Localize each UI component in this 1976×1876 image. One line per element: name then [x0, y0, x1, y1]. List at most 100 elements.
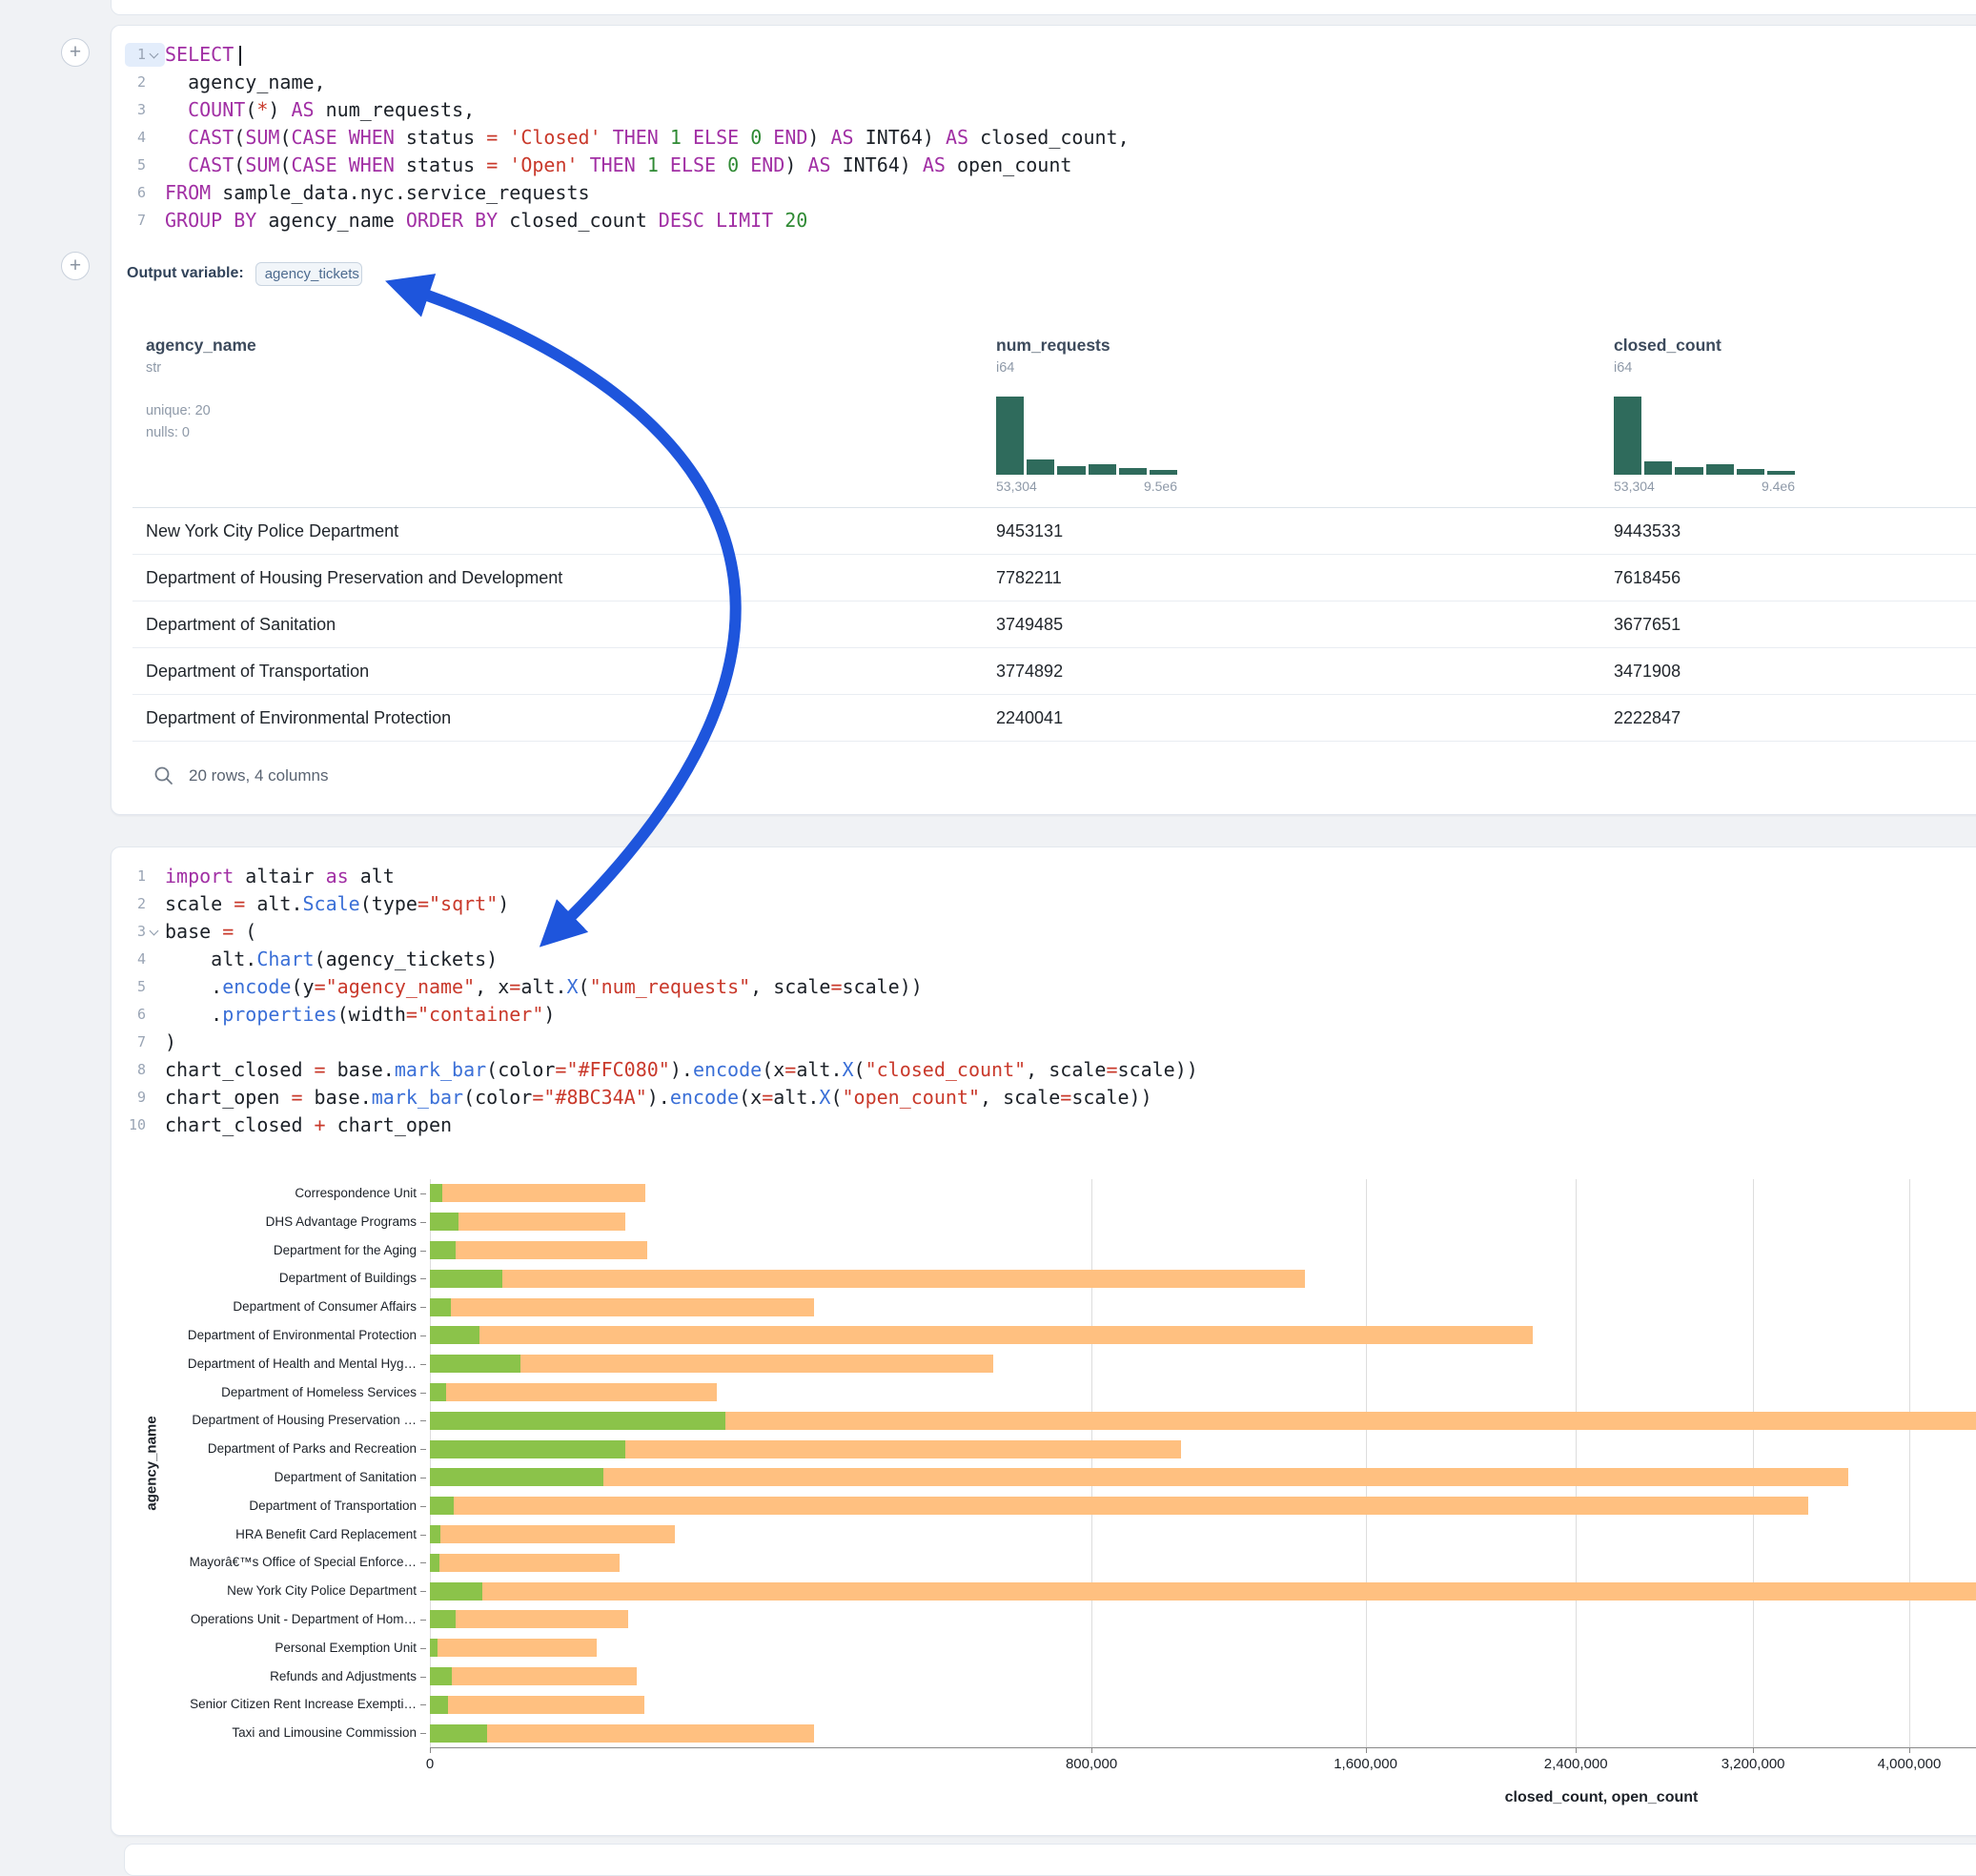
table-cell: New York City Police Department: [132, 521, 983, 541]
code-line[interactable]: 2 agency_name,: [112, 69, 1976, 96]
bar-closed_count: [430, 1582, 1976, 1601]
y-tick: [420, 1562, 426, 1563]
table-row[interactable]: Department of Transportation377489234719…: [132, 648, 1976, 695]
code-text: CAST(SUM(CASE WHEN status = 'Open' THEN …: [146, 152, 1071, 179]
code-line[interactable]: 1SELECT: [112, 41, 1976, 69]
column-stats: unique: 20nulls: 0: [146, 400, 983, 444]
y-tick: [420, 1307, 426, 1308]
bar-closed_count: [430, 1326, 1533, 1344]
code-text: alt.Chart(agency_tickets): [146, 946, 498, 973]
line-number: 5: [112, 973, 146, 1001]
code-line[interactable]: 4 CAST(SUM(CASE WHEN status = 'Closed' T…: [112, 124, 1976, 152]
column-histogram: [996, 397, 1177, 475]
y-tick: [420, 1193, 426, 1194]
bar-closed_count: [430, 1270, 1305, 1288]
bar-open_count: [430, 1468, 603, 1486]
gridline: [430, 1179, 431, 1747]
gridline: [1753, 1179, 1754, 1747]
bar-open_count: [430, 1667, 452, 1685]
bar-open_count: [430, 1497, 454, 1515]
add-cell-button[interactable]: +: [61, 252, 90, 280]
search-icon[interactable]: [153, 765, 174, 786]
y-axis-label: Department of Consumer Affairs: [125, 1293, 417, 1321]
table-row[interactable]: Department of Sanitation37494853677651: [132, 602, 1976, 648]
bar-open_count: [430, 1582, 482, 1601]
chart-plot-area: [430, 1179, 1976, 1747]
code-line[interactable]: 6FROM sample_data.nyc.service_requests: [112, 179, 1976, 207]
bar-open_count: [430, 1696, 448, 1714]
y-tick: [420, 1677, 426, 1678]
bar-open_count: [430, 1554, 439, 1572]
line-number: 3: [112, 96, 146, 124]
x-tick-label: 0: [426, 1756, 434, 1772]
table-cell: 3749485: [983, 615, 1600, 635]
bar-closed_count: [430, 1639, 597, 1657]
add-cell-button[interactable]: +: [61, 38, 90, 67]
next-cell-edge: [124, 1844, 1976, 1876]
y-axis-label: Refunds and Adjustments: [125, 1662, 417, 1691]
y-axis-label: Mayorâ€™s Office of Special Enforce…: [125, 1548, 417, 1577]
table-row[interactable]: Department of Housing Preservation and D…: [132, 555, 1976, 602]
y-tick: [420, 1620, 426, 1621]
y-tick: [420, 1733, 426, 1734]
x-tick-label: 1,600,000: [1334, 1756, 1397, 1772]
code-line[interactable]: 5 CAST(SUM(CASE WHEN status = 'Open' THE…: [112, 152, 1976, 179]
column-name: agency_name: [146, 336, 983, 356]
table-header-row: agency_namestrunique: 20nulls: 0num_requ…: [132, 313, 1976, 508]
output-variable-label: Output variable:: [127, 265, 244, 282]
table-row[interactable]: New York City Police Department945313194…: [132, 508, 1976, 555]
table-cell: 9443533: [1600, 521, 1976, 541]
code-line[interactable]: 10chart_closed + chart_open: [112, 1111, 1976, 1139]
code-line[interactable]: 3base = (: [112, 918, 1976, 946]
bar-open_count: [430, 1724, 487, 1743]
code-line[interactable]: 1import altair as alt: [112, 863, 1976, 890]
column-header-closed_count[interactable]: closed_counti6453,3049.4e6: [1600, 336, 1976, 494]
x-tick: [1576, 1747, 1577, 1753]
code-line[interactable]: 6 .properties(width="container"): [112, 1001, 1976, 1029]
python-code-editor[interactable]: 1import altair as alt2scale = alt.Scale(…: [112, 847, 1976, 1139]
code-line[interactable]: 9chart_open = base.mark_bar(color="#8BC3…: [112, 1084, 1976, 1111]
bar-closed_count: [430, 1383, 717, 1401]
column-header-agency_name[interactable]: agency_namestrunique: 20nulls: 0: [132, 336, 983, 494]
table-cell: 2222847: [1600, 708, 1976, 728]
bar-open_count: [430, 1610, 456, 1628]
code-line[interactable]: 7): [112, 1029, 1976, 1056]
y-axis-label: Department of Sanitation: [125, 1463, 417, 1492]
code-text: GROUP BY agency_name ORDER BY closed_cou…: [146, 207, 807, 234]
output-variable-chip[interactable]: agency_tickets: [255, 262, 362, 286]
y-axis-label: HRA Benefit Card Replacement: [125, 1520, 417, 1549]
code-line[interactable]: 3 COUNT(*) AS num_requests,: [112, 96, 1976, 124]
table-row[interactable]: Department of Environmental Protection 22…: [132, 695, 1976, 742]
bar-open_count: [430, 1525, 440, 1543]
bar-open_count: [430, 1440, 625, 1458]
table-cell: 7618456: [1600, 568, 1976, 588]
table-cell: Department of Transportation: [132, 662, 983, 682]
y-tick: [420, 1420, 426, 1421]
y-axis-label: Operations Unit - Department of Hom…: [125, 1605, 417, 1634]
y-axis-label: Department of Buildings: [125, 1264, 417, 1293]
code-text: CAST(SUM(CASE WHEN status = 'Closed' THE…: [146, 124, 1130, 152]
table-cell: 9453131: [983, 521, 1600, 541]
collapse-chevron-icon[interactable]: [150, 50, 159, 59]
table-body: New York City Police Department945313194…: [132, 508, 1976, 742]
bar-open_count: [430, 1184, 442, 1202]
y-tick: [420, 1364, 426, 1365]
column-name: closed_count: [1614, 336, 1976, 356]
gridline: [1909, 1179, 1910, 1747]
code-line[interactable]: 8chart_closed = base.mark_bar(color="#FF…: [112, 1056, 1976, 1084]
code-text: base = (: [146, 918, 256, 946]
code-line[interactable]: 2scale = alt.Scale(type="sqrt"): [112, 890, 1976, 918]
code-line[interactable]: 5 .encode(y="agency_name", x=alt.X("num_…: [112, 973, 1976, 1001]
code-line[interactable]: 7GROUP BY agency_name ORDER BY closed_co…: [112, 207, 1976, 234]
y-axis-label: Personal Exemption Unit: [125, 1634, 417, 1662]
column-type: i64: [996, 360, 1600, 376]
table-cell: Department of Environmental Protection: [132, 708, 983, 728]
table-cell: 3471908: [1600, 662, 1976, 682]
y-axis-label: Department of Parks and Recreation: [125, 1435, 417, 1463]
sql-code-editor[interactable]: 1SELECT2 agency_name,3 COUNT(*) AS num_r…: [112, 26, 1976, 234]
code-line[interactable]: 4 alt.Chart(agency_tickets): [112, 946, 1976, 973]
bar-closed_count: [430, 1667, 637, 1685]
column-header-num_requests[interactable]: num_requestsi6453,3049.5e6: [983, 336, 1600, 494]
bar-open_count: [430, 1412, 725, 1430]
table-cell: 7782211: [983, 568, 1600, 588]
